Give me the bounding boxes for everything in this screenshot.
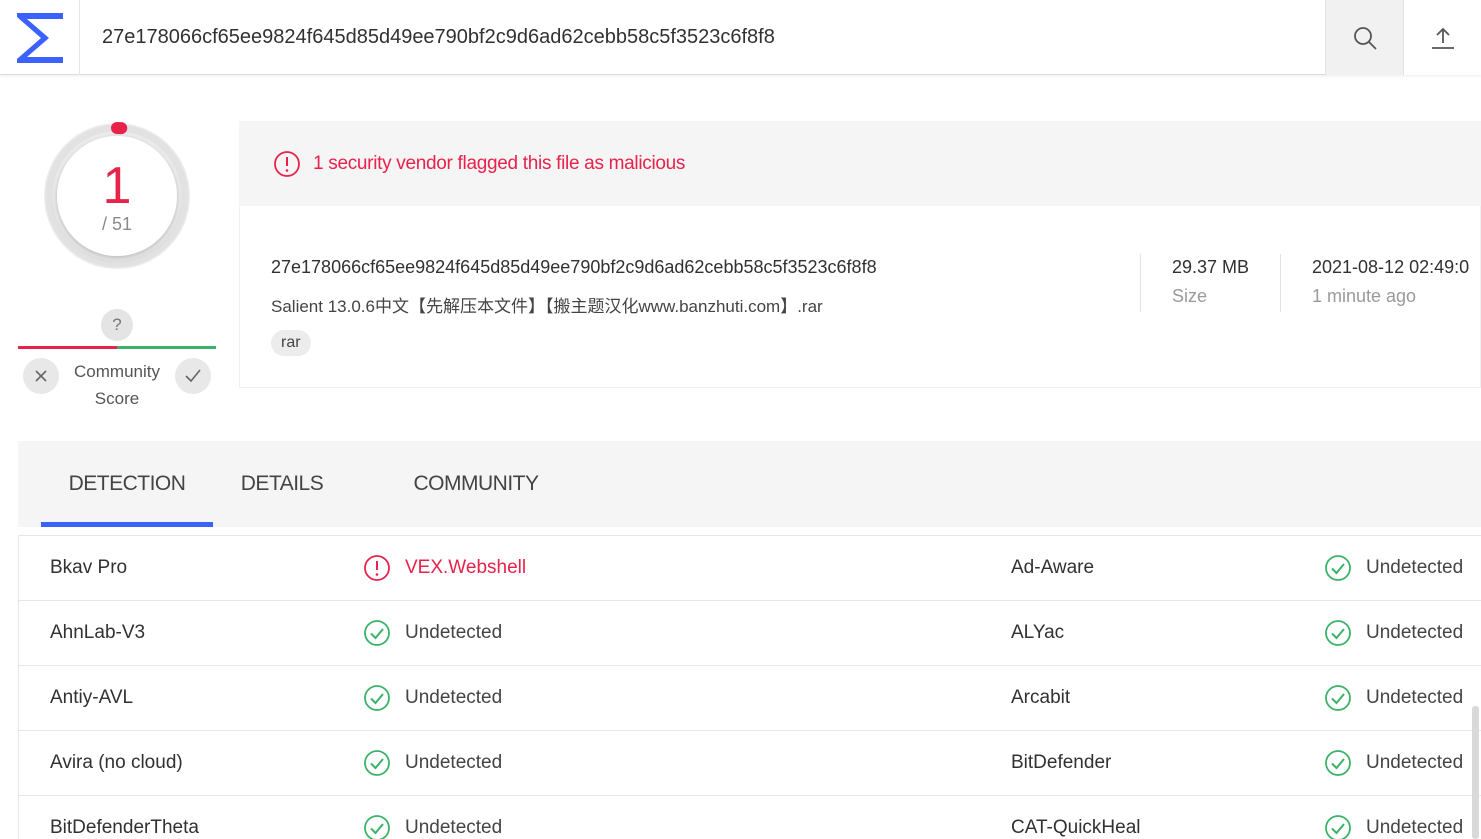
file-hash[interactable]: 27e178066cf65ee9824f645d85d49ee790bf2c9d… bbox=[271, 257, 877, 278]
file-info-card: 27e178066cf65ee9824f645d85d49ee790bf2c9d… bbox=[239, 206, 1481, 388]
file-type-tag[interactable]: rar bbox=[271, 330, 311, 356]
vendor-name: Arcabit bbox=[1011, 687, 1071, 708]
detection-result-label: Undetected bbox=[1366, 817, 1464, 838]
check-circle-icon bbox=[1324, 684, 1352, 712]
analysis-date-relative: 1 minute ago bbox=[1312, 286, 1417, 306]
upload-button[interactable] bbox=[1403, 0, 1481, 75]
alert-circle-icon bbox=[273, 150, 301, 178]
detection-result: Undetected bbox=[1324, 731, 1463, 795]
search-button[interactable] bbox=[1325, 0, 1403, 75]
detection-result-label: Undetected bbox=[1366, 557, 1464, 578]
close-icon bbox=[33, 368, 49, 384]
check-circle-icon bbox=[363, 619, 391, 647]
detection-result-label: Undetected bbox=[405, 622, 503, 643]
vendor-name: AhnLab-V3 bbox=[50, 622, 146, 643]
detection-total: / 51 bbox=[101, 214, 133, 234]
check-circle-icon bbox=[1324, 814, 1352, 839]
malicious-alert-banner: 1 security vendor flagged this file as m… bbox=[239, 121, 1481, 206]
detection-result: Undetected bbox=[363, 731, 502, 795]
check-circle-icon bbox=[1324, 554, 1352, 582]
analysis-date-value: 2021-08-12 02:49:0 bbox=[1312, 257, 1470, 277]
check-icon bbox=[184, 368, 202, 384]
divider bbox=[1140, 254, 1141, 312]
detection-result: Undetected bbox=[363, 666, 502, 730]
detection-count: 1 bbox=[102, 157, 132, 215]
detection-result-label: Undetected bbox=[405, 752, 503, 773]
alert-text: 1 security vendor flagged this file as m… bbox=[313, 152, 686, 174]
detection-result-label: Undetected bbox=[1366, 752, 1464, 773]
alert-circle-icon bbox=[363, 554, 391, 582]
tab-detection[interactable]: DETECTION bbox=[41, 441, 213, 527]
search-input[interactable] bbox=[80, 0, 1325, 75]
upload-icon bbox=[1430, 25, 1456, 51]
detection-result-label: Undetected bbox=[405, 687, 503, 708]
file-size-value: 29.37 MB bbox=[1172, 257, 1250, 277]
detection-result: Undetected bbox=[363, 796, 502, 839]
vendor-name: BitDefender bbox=[1011, 752, 1112, 773]
detection-result: Undetected bbox=[1324, 536, 1463, 600]
detection-result: Undetected bbox=[363, 601, 502, 665]
sigma-logo-icon[interactable] bbox=[0, 0, 80, 75]
table-row: Bkav Pro VEX.Webshell Ad-Aware Undetected bbox=[19, 536, 1481, 601]
active-tab-indicator bbox=[41, 522, 213, 527]
detection-result: Undetected bbox=[1324, 796, 1463, 839]
check-circle-icon bbox=[363, 684, 391, 712]
top-bar bbox=[0, 0, 1481, 75]
scrollbar-thumb[interactable] bbox=[1472, 706, 1479, 839]
detection-result-label[interactable]: VEX.Webshell bbox=[405, 557, 526, 579]
community-bar-harmful bbox=[18, 346, 117, 349]
divider bbox=[1280, 254, 1281, 312]
vendor-name: CAT-QuickHeal bbox=[1011, 817, 1141, 838]
vote-harmful-button[interactable] bbox=[23, 358, 59, 394]
table-row: AhnLab-V3 Undetected ALYac Undetected bbox=[19, 601, 1481, 666]
detection-result: Undetected bbox=[1324, 666, 1463, 730]
vendor-name: Bkav Pro bbox=[50, 557, 128, 578]
detection-result-label: Undetected bbox=[1366, 622, 1464, 643]
community-bar-harmless bbox=[117, 346, 216, 349]
check-circle-icon bbox=[363, 749, 391, 777]
table-row: Antiy-AVL Undetected Arcabit Undetected bbox=[19, 666, 1481, 731]
community-score-unknown: ? bbox=[101, 309, 133, 341]
table-row: Avira (no cloud) Undetected BitDefender Und… bbox=[19, 731, 1481, 796]
detection-result-label: Undetected bbox=[405, 817, 503, 838]
check-circle-icon bbox=[1324, 619, 1352, 647]
table-row: BitDefenderTheta Undetected CAT-QuickHeal U… bbox=[19, 796, 1481, 839]
detection-result: Undetected bbox=[1324, 601, 1463, 665]
vendor-name: Ad-Aware bbox=[1011, 557, 1095, 578]
community-score-label: Community Score bbox=[74, 362, 160, 408]
detection-results-table: Bkav Pro VEX.Webshell Ad-Aware Undetected Ah… bbox=[18, 535, 1481, 839]
vendor-name: Antiy-AVL bbox=[50, 687, 134, 708]
check-circle-icon bbox=[363, 814, 391, 839]
vendor-name: ALYac bbox=[1011, 622, 1065, 643]
search-icon bbox=[1352, 25, 1378, 51]
detection-result-label: Undetected bbox=[1366, 687, 1464, 708]
tab-details[interactable]: DETAILS bbox=[213, 441, 351, 527]
vote-harmless-button[interactable] bbox=[175, 358, 211, 394]
check-circle-icon bbox=[1324, 749, 1352, 777]
file-size-label: Size bbox=[1172, 286, 1208, 306]
detection-result: VEX.Webshell bbox=[363, 536, 526, 600]
report-tabs: DETECTION DETAILS COMMUNITY bbox=[18, 441, 1481, 527]
file-name: Salient 13.0.6中文【先解压本文件】【搬主题汉化www.banzhu… bbox=[271, 297, 823, 316]
vendor-name: Avira (no cloud) bbox=[50, 752, 183, 773]
tab-community[interactable]: COMMUNITY bbox=[396, 441, 556, 527]
vendor-name: BitDefenderTheta bbox=[50, 817, 199, 838]
